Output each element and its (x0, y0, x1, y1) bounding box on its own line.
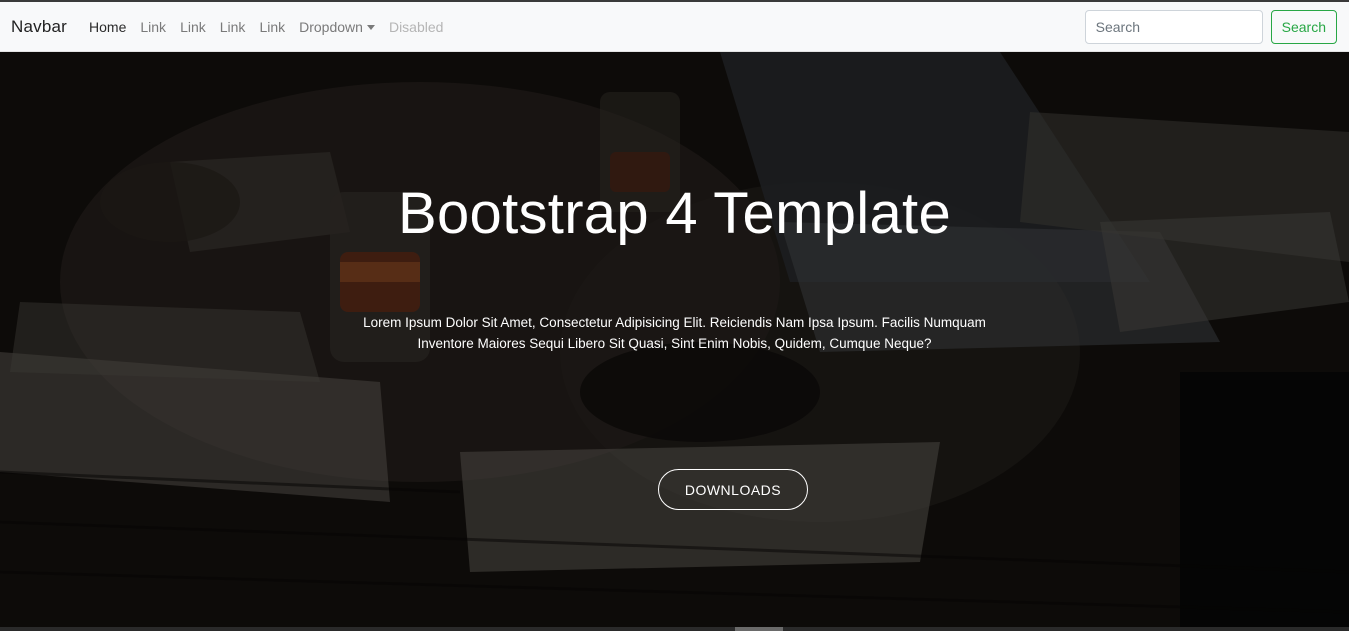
downloads-button[interactable]: DOWNLOADS (658, 469, 808, 510)
hero-section: Bootstrap 4 Template Lorem Ipsum Dolor S… (0, 52, 1349, 627)
nav-dropdown[interactable]: Dropdown (299, 19, 375, 35)
caret-down-icon (366, 24, 375, 30)
scrollbar-thumb[interactable] (735, 627, 783, 631)
hero-title: Bootstrap 4 Template (397, 181, 952, 246)
nav-links: Home Link Link Link Link Dropdown Disabl… (89, 19, 457, 35)
nav-link-disabled: Disabled (388, 18, 444, 35)
navbar-brand[interactable]: Navbar (11, 17, 67, 37)
nav-link-2[interactable]: Link (180, 19, 206, 35)
search-button[interactable]: Search (1270, 10, 1337, 44)
nav-link-3[interactable]: Link (220, 19, 246, 35)
hero-description: Lorem Ipsum Dolor Sit Amet, Consectetur … (363, 315, 986, 351)
nav-link-home[interactable]: Home (89, 19, 126, 35)
search-input[interactable] (1084, 10, 1263, 44)
nav-dropdown-label: Dropdown (299, 18, 363, 35)
navbar: Navbar Home Link Link Link Link Dropdown… (0, 2, 1349, 52)
nav-link-4[interactable]: Link (259, 19, 285, 35)
search-form: Search (1084, 10, 1337, 44)
horizontal-scrollbar[interactable] (0, 627, 1349, 631)
nav-link-1[interactable]: Link (140, 19, 166, 35)
